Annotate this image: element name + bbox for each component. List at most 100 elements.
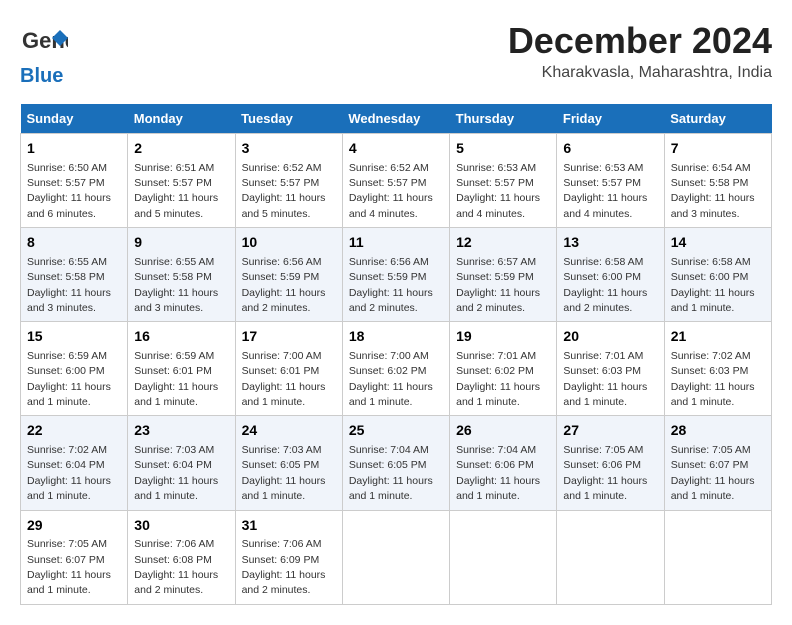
day-info: Sunrise: 6:56 AMSunset: 5:59 PMDaylight:… <box>349 256 433 314</box>
day-number: 9 <box>134 233 228 253</box>
day-number: 18 <box>349 327 443 347</box>
day-number: 22 <box>27 421 121 441</box>
calendar-week-row: 29Sunrise: 7:05 AMSunset: 6:07 PMDayligh… <box>21 510 772 604</box>
day-info: Sunrise: 6:58 AMSunset: 6:00 PMDaylight:… <box>563 256 647 314</box>
logo: General Blue <box>20 20 80 88</box>
day-number: 31 <box>242 516 336 536</box>
day-number: 6 <box>563 139 657 159</box>
day-number: 20 <box>563 327 657 347</box>
day-info: Sunrise: 6:58 AMSunset: 6:00 PMDaylight:… <box>671 256 755 314</box>
calendar-cell: 1 Sunrise: 6:50 AMSunset: 5:57 PMDaylight… <box>21 134 128 228</box>
day-of-week-header: Thursday <box>450 104 557 134</box>
calendar-week-row: 1 Sunrise: 6:50 AMSunset: 5:57 PMDaylight… <box>21 134 772 228</box>
day-info: Sunrise: 6:56 AMSunset: 5:59 PMDaylight:… <box>242 256 326 314</box>
day-info: Sunrise: 7:02 AMSunset: 6:04 PMDaylight:… <box>27 444 111 502</box>
calendar-cell: 15 Sunrise: 6:59 AMSunset: 6:00 PMDayligh… <box>21 322 128 416</box>
calendar-cell: 14Sunrise: 6:58 AMSunset: 6:00 PMDayligh… <box>664 228 771 322</box>
calendar-cell: 2Sunrise: 6:51 AMSunset: 5:57 PMDaylight… <box>128 134 235 228</box>
day-of-week-header: Friday <box>557 104 664 134</box>
day-info: Sunrise: 7:01 AMSunset: 6:02 PMDaylight:… <box>456 350 540 408</box>
calendar-cell: 13Sunrise: 6:58 AMSunset: 6:00 PMDayligh… <box>557 228 664 322</box>
calendar-cell: 5 Sunrise: 6:53 AMSunset: 5:57 PMDaylight… <box>450 134 557 228</box>
calendar-body: 1 Sunrise: 6:50 AMSunset: 5:57 PMDaylight… <box>21 134 772 605</box>
calendar-cell: 22 Sunrise: 7:02 AMSunset: 6:04 PMDayligh… <box>21 416 128 510</box>
day-number: 27 <box>563 421 657 441</box>
svg-text:Blue: Blue <box>20 65 63 87</box>
day-number: 26 <box>456 421 550 441</box>
day-info: Sunrise: 7:01 AMSunset: 6:03 PMDaylight:… <box>563 350 647 408</box>
day-info: Sunrise: 6:50 AMSunset: 5:57 PMDaylight:… <box>27 162 111 220</box>
day-number: 10 <box>242 233 336 253</box>
day-number: 24 <box>242 421 336 441</box>
calendar-cell: 17 Sunrise: 7:00 AMSunset: 6:01 PMDayligh… <box>235 322 342 416</box>
calendar-cell: 25 Sunrise: 7:04 AMSunset: 6:05 PMDayligh… <box>342 416 449 510</box>
day-info: Sunrise: 6:55 AMSunset: 5:58 PMDaylight:… <box>134 256 218 314</box>
day-info: Sunrise: 6:53 AMSunset: 5:57 PMDaylight:… <box>563 162 647 220</box>
day-number: 1 <box>27 139 121 159</box>
calendar-cell: 11 Sunrise: 6:56 AMSunset: 5:59 PMDayligh… <box>342 228 449 322</box>
day-info: Sunrise: 7:06 AMSunset: 6:09 PMDaylight:… <box>242 538 326 596</box>
calendar-cell: 20 Sunrise: 7:01 AMSunset: 6:03 PMDayligh… <box>557 322 664 416</box>
day-info: Sunrise: 6:53 AMSunset: 5:57 PMDaylight:… <box>456 162 540 220</box>
calendar-week-row: 15 Sunrise: 6:59 AMSunset: 6:00 PMDayligh… <box>21 322 772 416</box>
calendar-cell <box>342 510 449 604</box>
day-info: Sunrise: 7:03 AMSunset: 6:04 PMDaylight:… <box>134 444 218 502</box>
day-of-week-header: Tuesday <box>235 104 342 134</box>
day-info: Sunrise: 7:04 AMSunset: 6:05 PMDaylight:… <box>349 444 433 502</box>
day-number: 25 <box>349 421 443 441</box>
location: Kharakvasla, Maharashtra, India <box>508 64 772 82</box>
day-number: 7 <box>671 139 765 159</box>
day-info: Sunrise: 7:00 AMSunset: 6:01 PMDaylight:… <box>242 350 326 408</box>
day-number: 21 <box>671 327 765 347</box>
day-of-week-header: Monday <box>128 104 235 134</box>
day-info: Sunrise: 6:59 AMSunset: 6:01 PMDaylight:… <box>134 350 218 408</box>
calendar-cell: 31Sunrise: 7:06 AMSunset: 6:09 PMDayligh… <box>235 510 342 604</box>
day-number: 17 <box>242 327 336 347</box>
calendar-cell <box>664 510 771 604</box>
calendar-cell: 12 Sunrise: 6:57 AMSunset: 5:59 PMDayligh… <box>450 228 557 322</box>
logo-blue-text: Blue <box>20 64 80 88</box>
day-info: Sunrise: 7:05 AMSunset: 6:06 PMDaylight:… <box>563 444 647 502</box>
day-info: Sunrise: 6:57 AMSunset: 5:59 PMDaylight:… <box>456 256 540 314</box>
day-number: 8 <box>27 233 121 253</box>
day-number: 12 <box>456 233 550 253</box>
day-info: Sunrise: 6:52 AMSunset: 5:57 PMDaylight:… <box>242 162 326 220</box>
calendar-cell: 24Sunrise: 7:03 AMSunset: 6:05 PMDayligh… <box>235 416 342 510</box>
day-info: Sunrise: 7:06 AMSunset: 6:08 PMDaylight:… <box>134 538 218 596</box>
day-info: Sunrise: 6:59 AMSunset: 6:00 PMDaylight:… <box>27 350 111 408</box>
day-info: Sunrise: 7:05 AMSunset: 6:07 PMDaylight:… <box>671 444 755 502</box>
day-number: 2 <box>134 139 228 159</box>
day-info: Sunrise: 7:02 AMSunset: 6:03 PMDaylight:… <box>671 350 755 408</box>
calendar-cell: 29Sunrise: 7:05 AMSunset: 6:07 PMDayligh… <box>21 510 128 604</box>
day-number: 23 <box>134 421 228 441</box>
day-info: Sunrise: 7:00 AMSunset: 6:02 PMDaylight:… <box>349 350 433 408</box>
calendar-cell: 9 Sunrise: 6:55 AMSunset: 5:58 PMDaylight… <box>128 228 235 322</box>
day-number: 16 <box>134 327 228 347</box>
day-number: 5 <box>456 139 550 159</box>
day-of-week-header: Saturday <box>664 104 771 134</box>
logo-icon: General <box>20 20 68 68</box>
day-number: 28 <box>671 421 765 441</box>
calendar-week-row: 22 Sunrise: 7:02 AMSunset: 6:04 PMDayligh… <box>21 416 772 510</box>
day-number: 15 <box>27 327 121 347</box>
calendar-header-row: SundayMondayTuesdayWednesdayThursdayFrid… <box>21 104 772 134</box>
calendar-cell: 30Sunrise: 7:06 AMSunset: 6:08 PMDayligh… <box>128 510 235 604</box>
calendar-cell: 19Sunrise: 7:01 AMSunset: 6:02 PMDayligh… <box>450 322 557 416</box>
calendar-cell: 21 Sunrise: 7:02 AMSunset: 6:03 PMDayligh… <box>664 322 771 416</box>
day-number: 29 <box>27 516 121 536</box>
day-number: 11 <box>349 233 443 253</box>
calendar-cell: 26Sunrise: 7:04 AMSunset: 6:06 PMDayligh… <box>450 416 557 510</box>
day-number: 30 <box>134 516 228 536</box>
month-title: December 2024 <box>508 20 772 62</box>
calendar-cell: 18 Sunrise: 7:00 AMSunset: 6:02 PMDayligh… <box>342 322 449 416</box>
calendar-cell: 6 Sunrise: 6:53 AMSunset: 5:57 PMDaylight… <box>557 134 664 228</box>
calendar-cell: 27 Sunrise: 7:05 AMSunset: 6:06 PMDayligh… <box>557 416 664 510</box>
day-number: 3 <box>242 139 336 159</box>
day-info: Sunrise: 6:52 AMSunset: 5:57 PMDaylight:… <box>349 162 433 220</box>
day-of-week-header: Wednesday <box>342 104 449 134</box>
calendar-cell: 7Sunrise: 6:54 AMSunset: 5:58 PMDaylight… <box>664 134 771 228</box>
calendar-cell: 16 Sunrise: 6:59 AMSunset: 6:01 PMDayligh… <box>128 322 235 416</box>
calendar-cell: 8Sunrise: 6:55 AMSunset: 5:58 PMDaylight… <box>21 228 128 322</box>
calendar-cell: 4Sunrise: 6:52 AMSunset: 5:57 PMDaylight… <box>342 134 449 228</box>
calendar-table: SundayMondayTuesdayWednesdayThursdayFrid… <box>20 104 772 605</box>
